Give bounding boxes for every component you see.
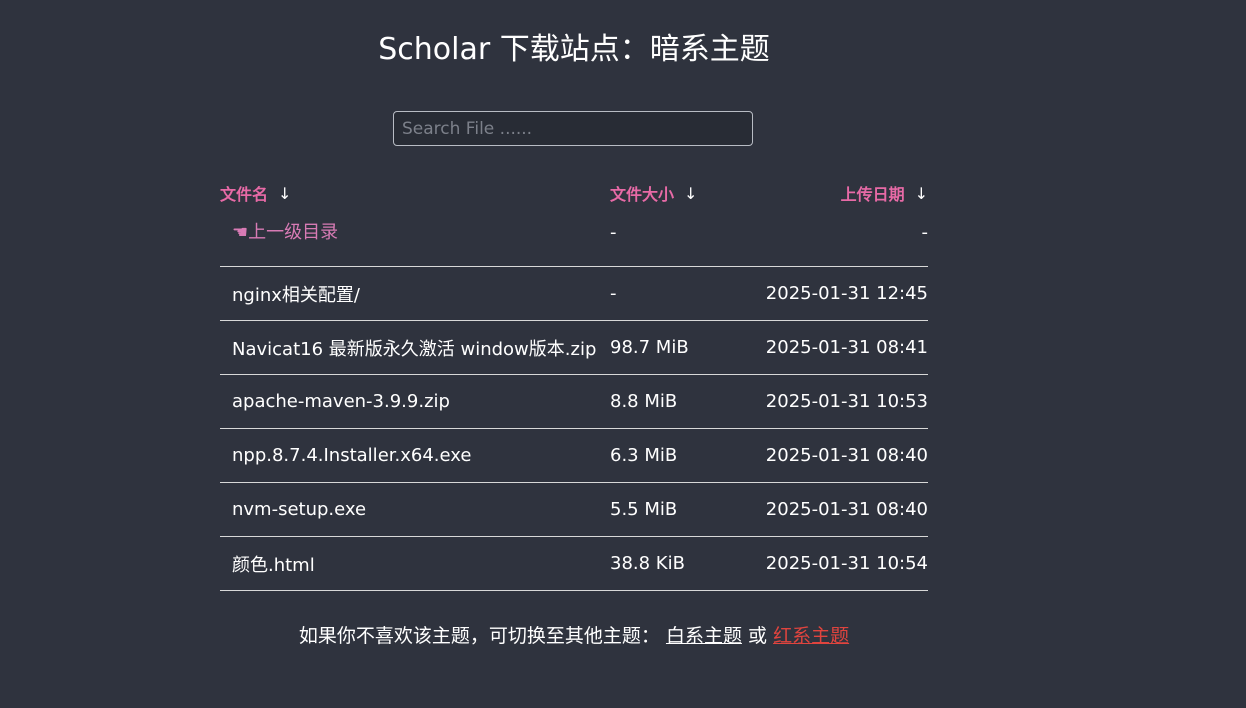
- file-size: 98.7 MiB: [610, 337, 689, 358]
- file-table: 文件名 ↓ 文件大小 ↓ 上传日期 ↓ ☚上一级目录 - - nginx相关配置…: [220, 166, 928, 591]
- file-size: -: [610, 283, 617, 304]
- file-size: 38.8 KiB: [610, 553, 685, 574]
- page-title: Scholar 下载站点：暗系主题: [378, 32, 770, 67]
- file-link[interactable]: nginx相关配置/: [232, 285, 360, 306]
- header-name: 文件名 ↓: [220, 181, 610, 205]
- sort-by-size-link[interactable]: 文件大小: [610, 181, 674, 205]
- file-size: 8.8 MiB: [610, 391, 678, 412]
- file-link[interactable]: apache-maven-3.9.9.zip: [232, 391, 450, 412]
- sort-arrow-down-icon[interactable]: ↓: [915, 184, 928, 203]
- sort-by-date-link[interactable]: 上传日期: [841, 181, 905, 205]
- theme-switch-text: 如果你不喜欢该主题，可切换至其他主题：: [298, 625, 660, 647]
- table-row: 颜色.html 38.8 KiB 2025-01-31 10:54: [220, 537, 928, 591]
- file-date: 2025-01-31 12:45: [765, 283, 928, 304]
- table-row: nginx相关配置/ - 2025-01-31 12:45: [220, 267, 928, 321]
- table-row: nvm-setup.exe 5.5 MiB 2025-01-31 08:40: [220, 483, 928, 537]
- or-text: 或: [748, 625, 768, 647]
- sort-arrow-down-icon[interactable]: ↓: [684, 184, 697, 203]
- table-row: Navicat16 最新版永久激活 window版本.zip 98.7 MiB …: [220, 321, 928, 375]
- file-link[interactable]: nvm-setup.exe: [232, 499, 366, 520]
- file-date: 2025-01-31 08:41: [765, 337, 928, 358]
- file-date: 2025-01-31 10:53: [765, 391, 928, 412]
- table-row: apache-maven-3.9.9.zip 8.8 MiB 2025-01-3…: [220, 375, 928, 429]
- sort-arrow-down-icon[interactable]: ↓: [278, 184, 291, 203]
- search-input[interactable]: [393, 111, 753, 146]
- parent-directory-row: ☚上一级目录 - -: [220, 220, 928, 267]
- table-header: 文件名 ↓ 文件大小 ↓ 上传日期 ↓: [220, 166, 928, 220]
- file-date: 2025-01-31 10:54: [765, 553, 928, 574]
- header-size: 文件大小 ↓: [610, 181, 760, 205]
- file-link[interactable]: npp.8.7.4.Installer.x64.exe: [232, 445, 471, 466]
- file-size: 5.5 MiB: [610, 499, 678, 520]
- theme-switch-footer: 如果你不喜欢该主题，可切换至其他主题： 白系主题 或 红系主题: [0, 621, 1148, 648]
- file-size: -: [610, 222, 617, 243]
- table-row: npp.8.7.4.Installer.x64.exe 6.3 MiB 2025…: [220, 429, 928, 483]
- red-theme-link[interactable]: 红系主题: [773, 625, 849, 647]
- white-theme-link[interactable]: 白系主题: [666, 625, 742, 647]
- file-date: -: [921, 222, 929, 243]
- file-date: 2025-01-31 08:40: [765, 445, 928, 466]
- header-date: 上传日期 ↓: [760, 181, 928, 205]
- file-link[interactable]: Navicat16 最新版永久激活 window版本.zip: [232, 339, 596, 360]
- sort-by-name-link[interactable]: 文件名: [220, 181, 268, 205]
- file-date: 2025-01-31 08:40: [765, 499, 928, 520]
- parent-directory-link[interactable]: ☚上一级目录: [232, 222, 338, 243]
- file-link[interactable]: 颜色.html: [232, 555, 315, 576]
- file-size: 6.3 MiB: [610, 445, 678, 466]
